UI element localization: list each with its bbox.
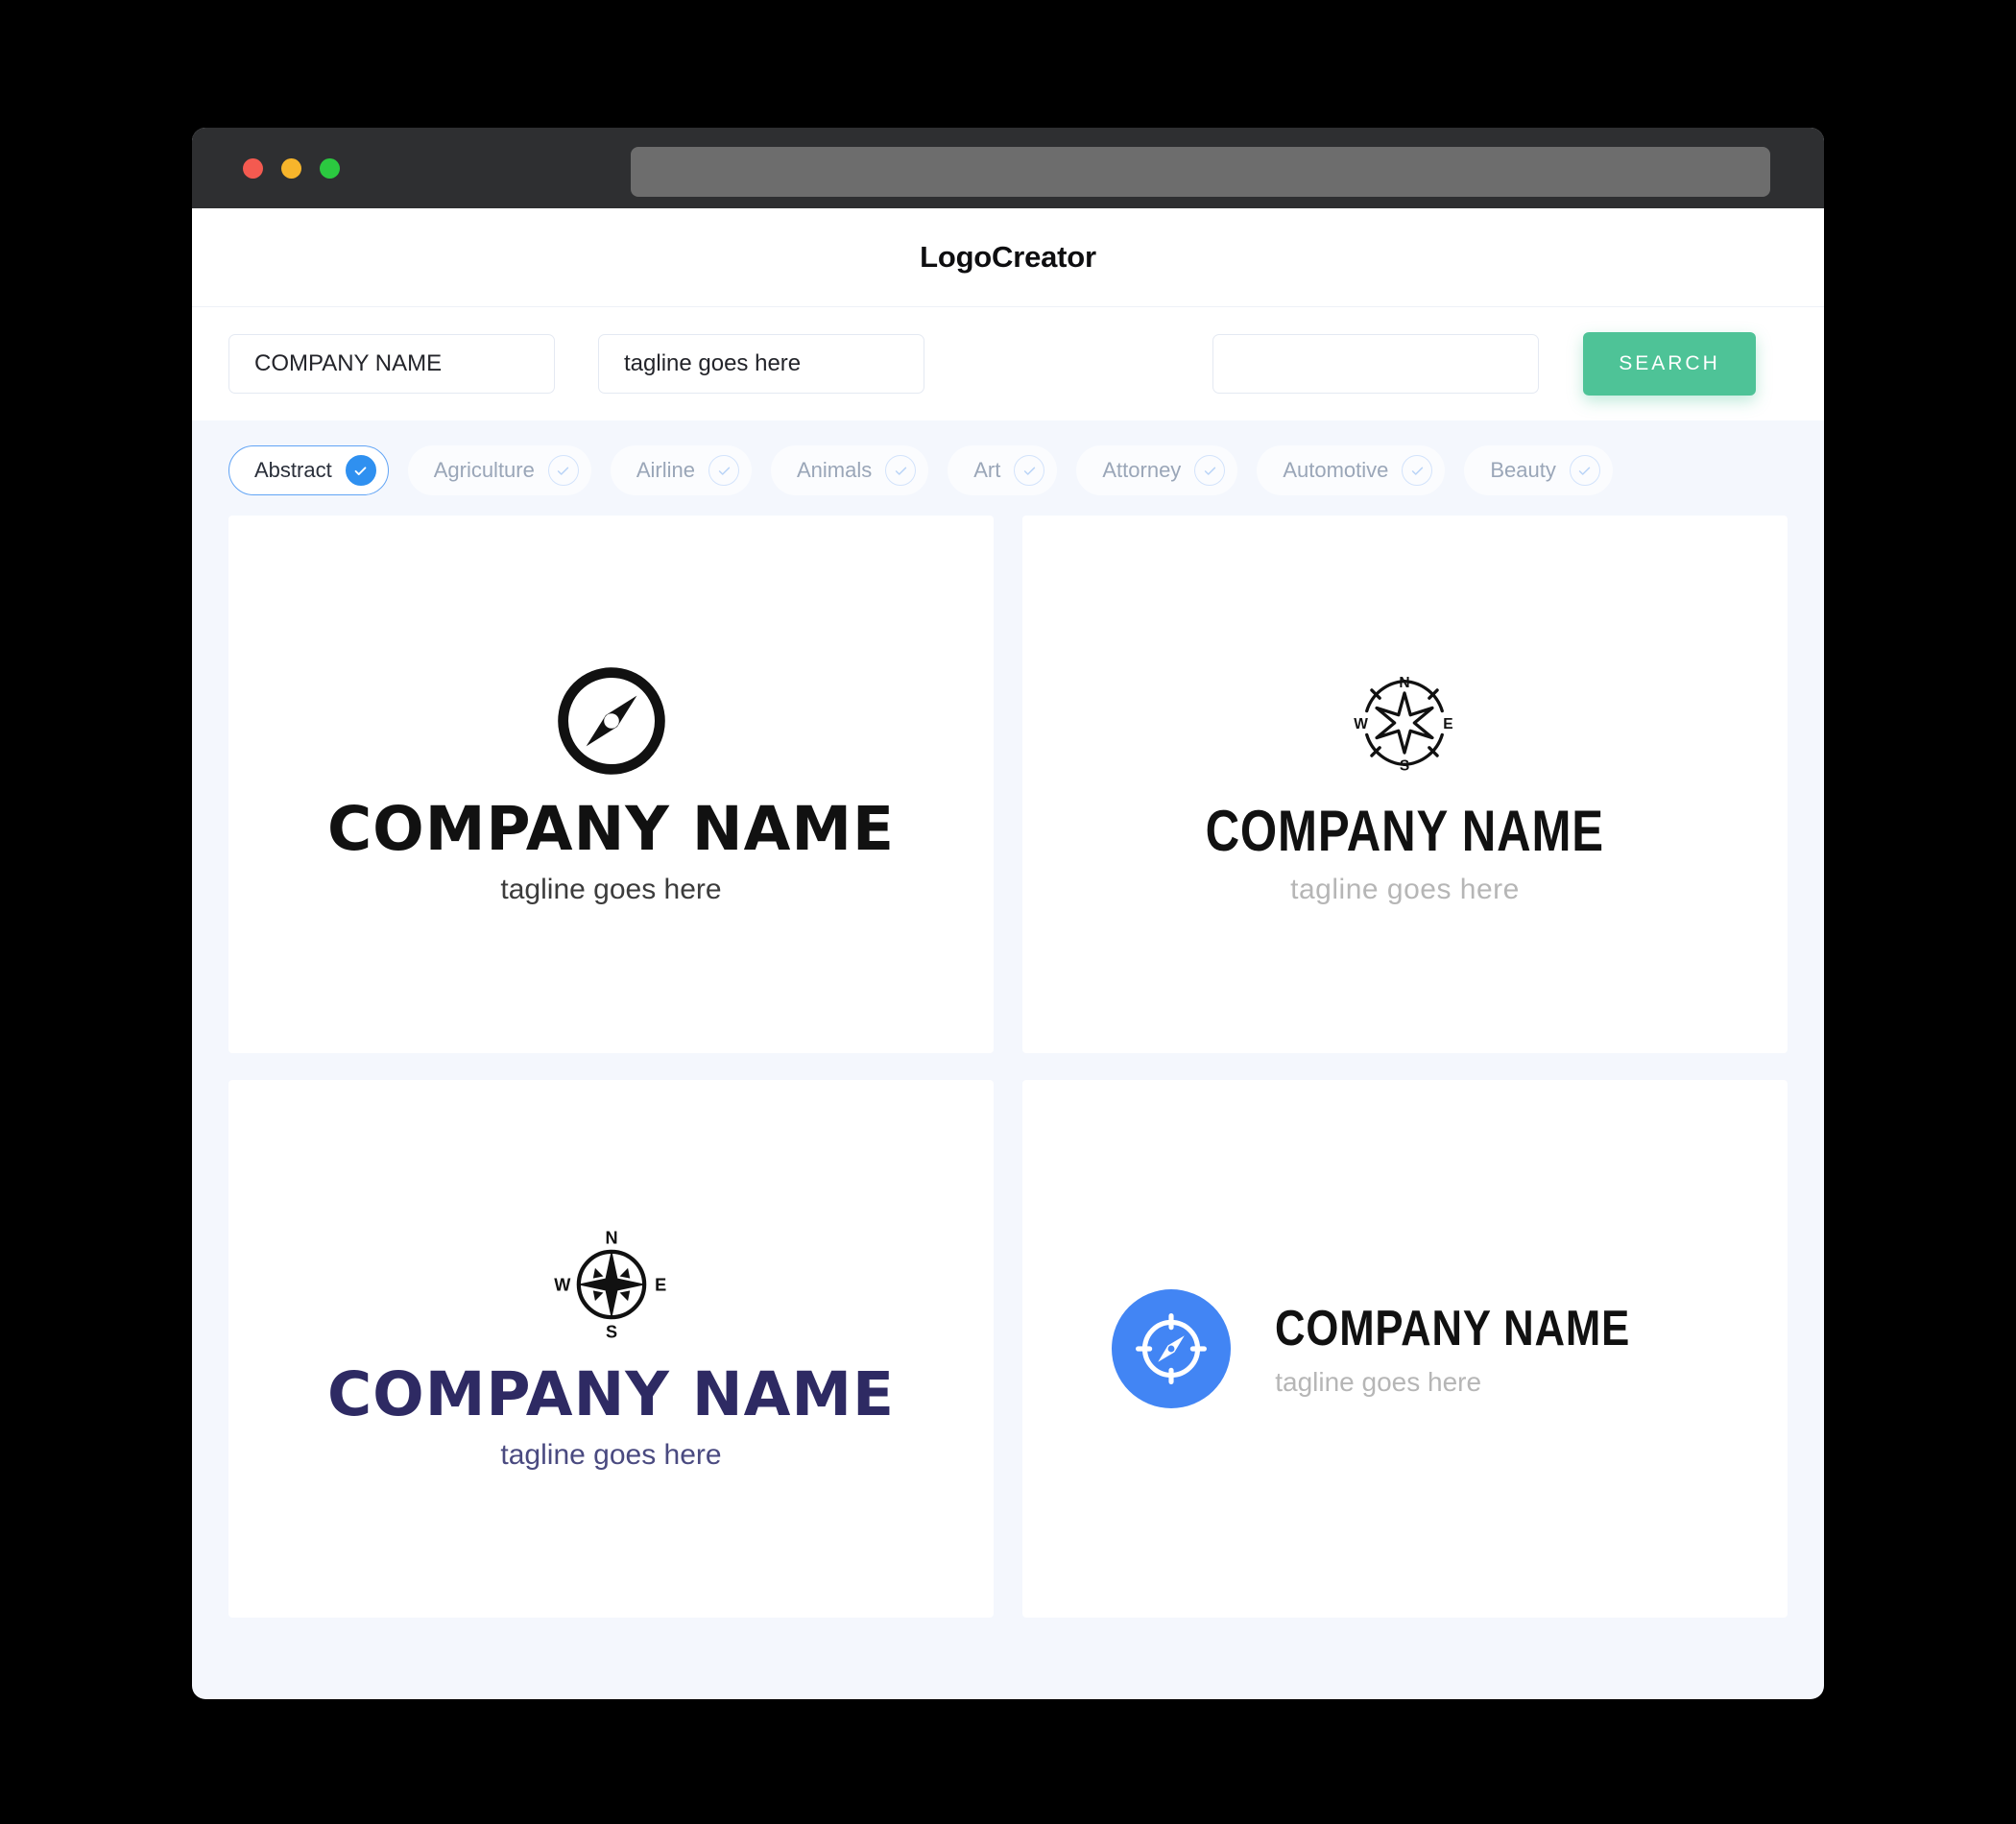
category-chip-label: Automotive — [1283, 458, 1389, 482]
category-chip-label: Animals — [797, 458, 873, 482]
category-chip-airline[interactable]: Airline — [610, 445, 752, 495]
logo-tagline: tagline goes here — [500, 873, 722, 905]
keyword-input[interactable] — [1212, 334, 1539, 394]
logo-preview: COMPANY NAME tagline goes here — [1112, 1289, 1698, 1408]
check-circle-icon — [1014, 455, 1045, 486]
category-chip-label: Airline — [636, 458, 695, 482]
logo-preview: COMPANY NAME tagline goes here — [327, 663, 895, 906]
logo-results-grid: COMPANY NAME tagline goes here N S E W C… — [192, 516, 1824, 1646]
category-chip-label: Art — [973, 458, 1001, 482]
category-filter-bar: Abstract Agriculture Airline Animals Art Atto… — [192, 420, 1824, 516]
svg-text:E: E — [1444, 716, 1453, 732]
app-header: LogoCreator — [192, 208, 1824, 307]
logo-tagline: tagline goes here — [1275, 1367, 1482, 1397]
category-chip-automotive[interactable]: Automotive — [1257, 445, 1446, 495]
logo-company-name: COMPANY NAME — [1275, 1301, 1631, 1356]
minimize-window-button[interactable] — [281, 157, 301, 179]
svg-text:W: W — [1355, 716, 1369, 732]
logo-preview: N S E W COMPANY NAME tagline goes here — [327, 1227, 895, 1472]
compass-rose-outline-icon: N S E W — [1355, 674, 1453, 774]
category-chip-label: Beauty — [1490, 458, 1556, 482]
logo-company-name: COMPANY NAME — [1205, 798, 1605, 863]
category-chip-agriculture[interactable]: Agriculture — [407, 445, 591, 495]
check-circle-icon — [885, 455, 917, 486]
compass-star-circle-icon: N S E W — [554, 1228, 666, 1341]
category-chip-beauty[interactable]: Beauty — [1464, 445, 1613, 495]
check-circle-icon — [1194, 455, 1226, 486]
svg-text:E: E — [655, 1275, 666, 1294]
address-bar[interactable] — [631, 147, 1770, 197]
maximize-window-button[interactable] — [320, 157, 340, 179]
browser-window: LogoCreator SEARCH Abstract Agriculture Ai… — [192, 128, 1824, 1699]
page-title: LogoCreator — [920, 240, 1096, 274]
browser-titlebar — [192, 128, 1824, 208]
svg-text:S: S — [605, 1322, 616, 1341]
compass-blue-badge-icon — [1112, 1289, 1232, 1408]
category-chip-label: Attorney — [1102, 458, 1182, 482]
check-circle-icon — [1569, 455, 1600, 486]
logo-company-name: COMPANY NAME — [326, 793, 896, 864]
category-chip-abstract[interactable]: Abstract — [228, 445, 389, 495]
logo-company-name: COMPANY NAME — [326, 1358, 896, 1429]
check-circle-icon — [708, 455, 739, 486]
logo-card[interactable]: COMPANY NAME tagline goes here — [228, 516, 994, 1053]
logo-card[interactable]: N S E W COMPANY NAME tagline goes here — [228, 1080, 994, 1618]
category-chip-list: Abstract Agriculture Airline Animals Art Atto… — [228, 445, 1824, 495]
category-chip-label: Agriculture — [433, 458, 535, 482]
check-circle-icon — [547, 455, 579, 486]
logo-card[interactable]: COMPANY NAME tagline goes here — [1022, 1080, 1788, 1618]
logo-text-block: COMPANY NAME tagline goes here — [1275, 1300, 1698, 1398]
svg-text:S: S — [1400, 757, 1409, 774]
category-chip-attorney[interactable]: Attorney — [1076, 445, 1238, 495]
logo-tagline: tagline goes here — [1290, 873, 1520, 905]
check-circle-icon — [1402, 455, 1433, 486]
compass-icon — [1136, 1313, 1208, 1384]
logo-preview: N S E W COMPANY NAME tagline goes here — [1162, 663, 1647, 906]
svg-text:W: W — [554, 1275, 571, 1294]
svg-text:N: N — [1400, 674, 1410, 690]
compass-circle-solid-icon — [557, 666, 665, 775]
logo-card[interactable]: N S E W COMPANY NAME tagline goes here — [1022, 516, 1788, 1053]
search-button[interactable]: SEARCH — [1583, 332, 1756, 396]
tagline-input[interactable] — [598, 334, 924, 394]
logo-tagline: tagline goes here — [500, 1438, 722, 1471]
company-name-input[interactable] — [228, 334, 555, 394]
check-circle-icon — [345, 455, 376, 486]
search-toolbar: SEARCH — [192, 307, 1824, 420]
category-chip-art[interactable]: Art — [948, 445, 1058, 495]
close-window-button[interactable] — [243, 157, 263, 179]
category-chip-label: Abstract — [254, 458, 332, 482]
traffic-lights — [243, 157, 340, 179]
category-chip-animals[interactable]: Animals — [771, 445, 929, 495]
svg-text:N: N — [605, 1228, 617, 1247]
